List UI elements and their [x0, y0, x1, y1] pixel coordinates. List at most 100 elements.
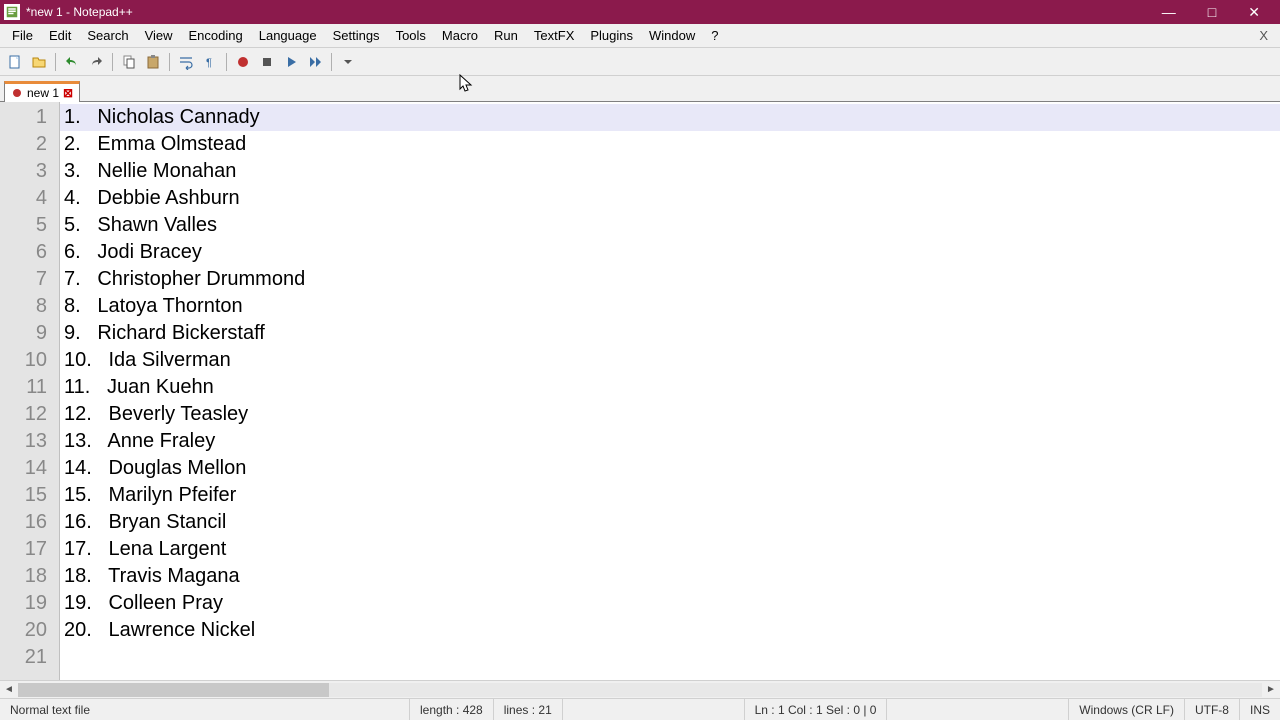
line-number: 2 [0, 131, 47, 158]
new-file-button[interactable] [4, 51, 26, 73]
text-line[interactable]: 8. Latoya Thornton [60, 293, 1280, 320]
text-line[interactable]: 20. Lawrence Nickel [60, 617, 1280, 644]
line-number: 17 [0, 536, 47, 563]
redo-button[interactable] [85, 51, 107, 73]
line-number: 19 [0, 590, 47, 617]
tab-label: new 1 [27, 86, 59, 100]
menu-language[interactable]: Language [251, 26, 325, 45]
svg-text:¶: ¶ [206, 57, 212, 69]
scroll-track[interactable] [18, 683, 1262, 697]
line-number: 3 [0, 158, 47, 185]
menu-tools[interactable]: Tools [388, 26, 434, 45]
wordwrap-button[interactable] [175, 51, 197, 73]
text-line[interactable]: 15. Marilyn Pfeifer [60, 482, 1280, 509]
status-mode: INS [1240, 699, 1280, 720]
menu-edit[interactable]: Edit [41, 26, 79, 45]
close-button[interactable]: ✕ [1240, 4, 1268, 21]
text-line[interactable]: 9. Richard Bickerstaff [60, 320, 1280, 347]
unsaved-indicator-icon [11, 87, 23, 99]
toolbar-separator [169, 53, 170, 71]
line-number: 11 [0, 374, 47, 401]
horizontal-scrollbar[interactable]: ◄ ► [0, 680, 1280, 698]
menu-bar: File Edit Search View Encoding Language … [0, 24, 1280, 48]
menu-window[interactable]: Window [641, 26, 703, 45]
toolbar-separator [55, 53, 56, 71]
toolbar-separator [331, 53, 332, 71]
menu-macro[interactable]: Macro [434, 26, 486, 45]
status-lines: lines : 21 [494, 699, 563, 720]
line-number: 8 [0, 293, 47, 320]
menu-encoding[interactable]: Encoding [181, 26, 251, 45]
run-macro-multi-button[interactable] [304, 51, 326, 73]
text-line[interactable]: 10. Ida Silverman [60, 347, 1280, 374]
status-eol: Windows (CR LF) [1069, 699, 1185, 720]
text-line[interactable]: 19. Colleen Pray [60, 590, 1280, 617]
text-line[interactable]: 14. Douglas Mellon [60, 455, 1280, 482]
play-macro-button[interactable] [280, 51, 302, 73]
undo-button[interactable] [61, 51, 83, 73]
menu-search[interactable]: Search [79, 26, 136, 45]
menu-plugins[interactable]: Plugins [582, 26, 641, 45]
show-all-chars-button[interactable]: ¶ [199, 51, 221, 73]
text-line[interactable]: 16. Bryan Stancil [60, 509, 1280, 536]
line-number: 6 [0, 239, 47, 266]
text-line[interactable]: 11. Juan Kuehn [60, 374, 1280, 401]
menu-view[interactable]: View [137, 26, 181, 45]
line-number-gutter: 123456789101112131415161718192021 [0, 102, 60, 680]
line-number: 20 [0, 617, 47, 644]
line-number: 18 [0, 563, 47, 590]
line-number: 14 [0, 455, 47, 482]
status-length: length : 428 [410, 699, 494, 720]
text-content[interactable]: 1. Nicholas Cannady2. Emma Olmstead3. Ne… [60, 102, 1280, 680]
text-line[interactable]: 4. Debbie Ashburn [60, 185, 1280, 212]
line-number: 1 [0, 104, 47, 131]
tab-new-1[interactable]: new 1 ⊠ [4, 81, 80, 102]
text-line[interactable]: 3. Nellie Monahan [60, 158, 1280, 185]
status-spacer [887, 699, 1069, 720]
toolbar-separator [226, 53, 227, 71]
stop-macro-button[interactable] [256, 51, 278, 73]
text-line[interactable]: 5. Shawn Valles [60, 212, 1280, 239]
menu-textfx[interactable]: TextFX [526, 26, 582, 45]
window-titlebar: *new 1 - Notepad++ — □ ✕ [0, 0, 1280, 24]
text-line[interactable]: 6. Jodi Bracey [60, 239, 1280, 266]
tab-close-button[interactable]: ⊠ [63, 86, 73, 100]
line-number: 10 [0, 347, 47, 374]
menu-help[interactable]: ? [703, 26, 726, 45]
record-macro-button[interactable] [232, 51, 254, 73]
text-line[interactable]: 18. Travis Magana [60, 563, 1280, 590]
copy-button[interactable] [118, 51, 140, 73]
line-number: 9 [0, 320, 47, 347]
text-line[interactable]: 7. Christopher Drummond [60, 266, 1280, 293]
scroll-right-button[interactable]: ► [1262, 682, 1280, 698]
paste-button[interactable] [142, 51, 164, 73]
text-line[interactable]: 12. Beverly Teasley [60, 401, 1280, 428]
status-filetype: Normal text file [0, 699, 410, 720]
text-line[interactable]: 17. Lena Largent [60, 536, 1280, 563]
menu-settings[interactable]: Settings [325, 26, 388, 45]
line-number: 7 [0, 266, 47, 293]
window-title: *new 1 - Notepad++ [26, 5, 1154, 19]
open-file-button[interactable] [28, 51, 50, 73]
text-line[interactable]: 1. Nicholas Cannady [60, 104, 1280, 131]
maximize-button[interactable]: □ [1200, 4, 1224, 21]
line-number: 5 [0, 212, 47, 239]
line-number: 13 [0, 428, 47, 455]
editor-area: 123456789101112131415161718192021 1. Nic… [0, 102, 1280, 698]
minimize-button[interactable]: — [1154, 4, 1184, 21]
text-line[interactable]: 13. Anne Fraley [60, 428, 1280, 455]
toolbar-dropdown-button[interactable] [337, 51, 359, 73]
toolbar: ¶ [0, 48, 1280, 76]
status-spacer [563, 699, 745, 720]
line-number: 21 [0, 644, 47, 671]
line-number: 4 [0, 185, 47, 212]
text-line[interactable] [60, 644, 1280, 671]
scroll-thumb[interactable] [18, 683, 329, 697]
line-number: 15 [0, 482, 47, 509]
menu-file[interactable]: File [4, 26, 41, 45]
menu-run[interactable]: Run [486, 26, 526, 45]
text-line[interactable]: 2. Emma Olmstead [60, 131, 1280, 158]
scroll-left-button[interactable]: ◄ [0, 682, 18, 698]
toolbar-separator [112, 53, 113, 71]
close-file-button[interactable]: X [1251, 28, 1276, 43]
